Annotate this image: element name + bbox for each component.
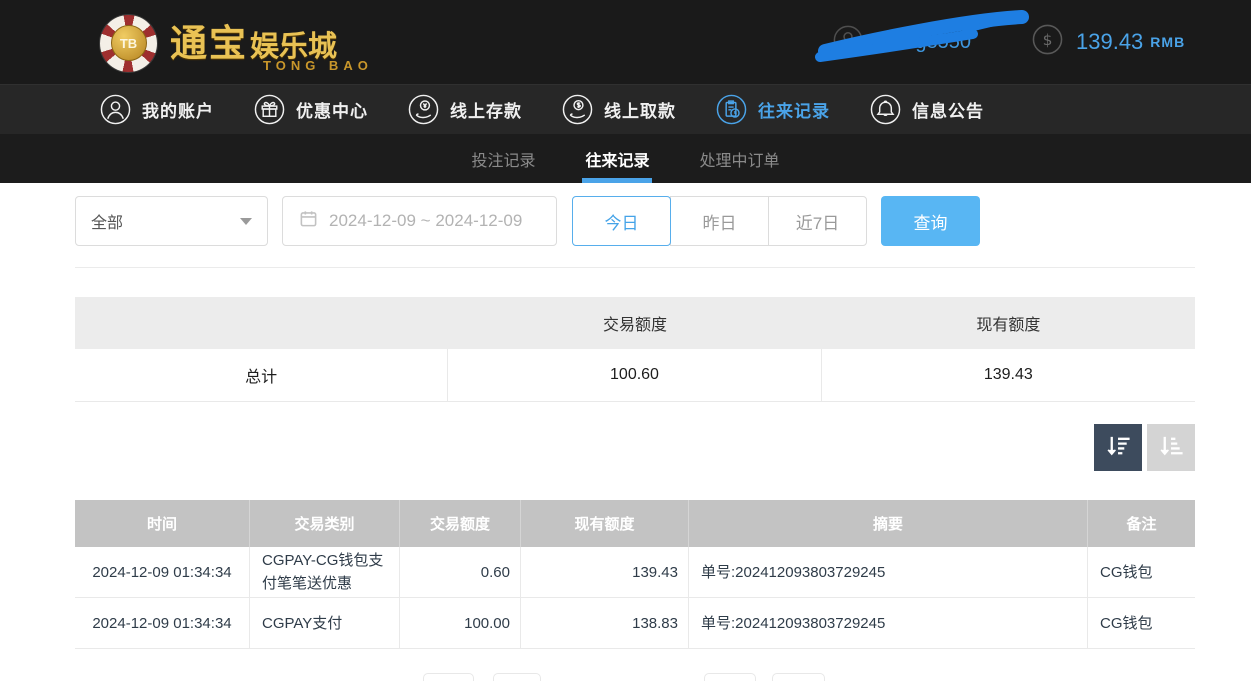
chevron-down-icon [240, 217, 252, 225]
col-note: 备注 [1126, 516, 1157, 533]
summary-col-empty [75, 297, 448, 349]
sort-descending-icon [1105, 433, 1132, 463]
tab-label: 往来记录 [585, 152, 650, 170]
nav-label: 线上取款 [604, 102, 676, 121]
gift-icon [254, 94, 285, 125]
nav-label: 线上存款 [450, 102, 522, 121]
section-divider [75, 267, 1195, 268]
pagination-button[interactable] [423, 673, 474, 681]
range-last7days-button[interactable]: 近7日 [768, 196, 867, 246]
chip-label: TB [110, 25, 147, 61]
cell-category: CGPAY支付 [250, 598, 400, 648]
nav-item-transaction-records[interactable]: 往来记录 [716, 94, 830, 125]
cell-balance: 139.43 [521, 547, 689, 597]
subtab-bar: 投注记录 往来记录 处理中订单 [0, 134, 1251, 183]
date-range-input[interactable]: 2024-12-09 ~ 2024-12-09 [282, 196, 557, 246]
top-header: TB 通宝 娱乐城 TONG BAO cheng8550 $ 139.43 RM… [0, 0, 1251, 84]
tab-transaction-records[interactable]: 往来记录 [582, 134, 653, 183]
deposit-icon [408, 94, 439, 125]
summary-col-current-amount: 现有额度 [976, 317, 1041, 334]
nav-item-my-account[interactable]: 我的账户 [100, 94, 214, 125]
cell-note: CG钱包 [1100, 563, 1153, 581]
cell-amount: 100.00 [400, 598, 521, 648]
nav-item-withdraw[interactable]: 线上取款 [562, 94, 676, 125]
withdraw-icon [562, 94, 593, 125]
col-category: 交易类别 [250, 500, 400, 547]
wallet-balance[interactable]: $ 139.43 RMB [1032, 0, 1185, 84]
balance-amount: 139.43 [1076, 29, 1144, 54]
content-area: 全部 2024-12-09 ~ 2024-12-09 今日 昨日 近7日 查询 [75, 196, 1195, 649]
date-range-value: 2024-12-09 ~ 2024-12-09 [329, 211, 523, 230]
balance-currency: RMB [1150, 34, 1186, 50]
type-select[interactable]: 全部 [75, 196, 268, 246]
username-text: cheng8550 [872, 30, 971, 53]
cell-time: 2024-12-09 01:34:34 [75, 547, 250, 597]
summary-current-amount: 139.43 [983, 366, 1033, 383]
quick-range-group: 今日 昨日 近7日 [572, 196, 867, 246]
cell-balance: 138.83 [521, 598, 689, 648]
summary-table-header: 交易额度 现有额度 [75, 297, 1195, 349]
filter-row: 全部 2024-12-09 ~ 2024-12-09 今日 昨日 近7日 查询 [75, 196, 1195, 246]
calendar-icon [299, 209, 318, 233]
nav-item-deposit[interactable]: 线上存款 [408, 94, 522, 125]
transaction-records-page: TB 通宝 娱乐城 TONG BAO cheng8550 $ 139.43 RM… [0, 0, 1251, 681]
user-avatar-icon [833, 25, 863, 60]
pagination-button[interactable] [704, 673, 756, 681]
main-nav: 我的账户 优惠中心 线上存款 线上取款 往来记录 信息公告 [0, 84, 1251, 134]
svg-text:$: $ [1043, 31, 1053, 49]
records-icon [716, 94, 747, 125]
brand-name-latin: TONG BAO [263, 58, 373, 73]
dollar-circle-icon: $ [1032, 24, 1063, 60]
range-today-button[interactable]: 今日 [572, 196, 671, 246]
summary-table: 交易额度 现有额度 总计 100.60 139.43 [75, 297, 1195, 402]
col-balance: 现有额度 [521, 500, 689, 547]
cell-summary: 单号:202412093803729245 [689, 598, 1088, 648]
tab-pending-orders[interactable]: 处理中订单 [697, 134, 783, 183]
bell-icon [870, 94, 901, 125]
tab-bet-records[interactable]: 投注记录 [468, 134, 538, 183]
sort-ascending-button[interactable] [1147, 424, 1195, 471]
records-table-header: 时间 交易类别 交易额度 现有额度 摘要 备注 [75, 500, 1195, 547]
cell-time: 2024-12-09 01:34:34 [75, 598, 250, 648]
cell-note: CG钱包 [1100, 614, 1153, 632]
user-info[interactable]: cheng8550 [833, 0, 971, 84]
summary-total-row: 总计 100.60 139.43 [75, 349, 1195, 402]
query-button[interactable]: 查询 [881, 196, 980, 246]
nav-item-promotions[interactable]: 优惠中心 [254, 94, 368, 125]
cell-amount: 0.60 [400, 547, 521, 597]
brand-name-primary: 通宝 [170, 23, 248, 64]
pagination-button[interactable] [493, 673, 541, 681]
summary-col-transaction-amount: 交易额度 [602, 317, 667, 334]
nav-label: 优惠中心 [296, 102, 368, 121]
col-time: 时间 [75, 500, 250, 547]
nav-label: 我的账户 [142, 102, 214, 121]
pagination-button[interactable] [772, 673, 825, 681]
logo-text: 通宝 娱乐城 TONG BAO [170, 13, 373, 73]
sort-ascending-icon [1158, 433, 1185, 463]
type-select-value: 全部 [91, 215, 124, 232]
user-circle-icon [100, 94, 131, 125]
poker-chip-icon: TB [100, 14, 157, 72]
table-row: 2024-12-09 01:34:34 CGPAY支付 100.00 138.8… [75, 598, 1195, 649]
tab-label: 处理中订单 [699, 152, 780, 170]
range-yesterday-button[interactable]: 昨日 [670, 196, 769, 246]
col-summary: 摘要 [689, 500, 1088, 547]
tab-label: 投注记录 [471, 152, 536, 170]
cell-category: CGPAY-CG钱包支付笔笔送优惠 [250, 547, 400, 597]
site-logo[interactable]: TB 通宝 娱乐城 TONG BAO [100, 13, 373, 73]
table-row: 2024-12-09 01:34:34 CGPAY-CG钱包支付笔笔送优惠 0.… [75, 547, 1195, 598]
nav-item-announcements[interactable]: 信息公告 [870, 94, 984, 125]
cell-summary: 单号:202412093803729245 [689, 547, 1088, 597]
active-tab-underline [582, 178, 653, 183]
col-amount: 交易额度 [400, 500, 521, 547]
summary-transaction-amount: 100.60 [448, 349, 822, 401]
sort-controls [75, 424, 1195, 471]
nav-label: 往来记录 [758, 102, 830, 121]
summary-total-label: 总计 [75, 349, 449, 401]
nav-label: 信息公告 [912, 102, 984, 121]
records-table: 时间 交易类别 交易额度 现有额度 摘要 备注 2024-12-09 01:34… [75, 500, 1195, 649]
sort-descending-button[interactable] [1094, 424, 1142, 471]
